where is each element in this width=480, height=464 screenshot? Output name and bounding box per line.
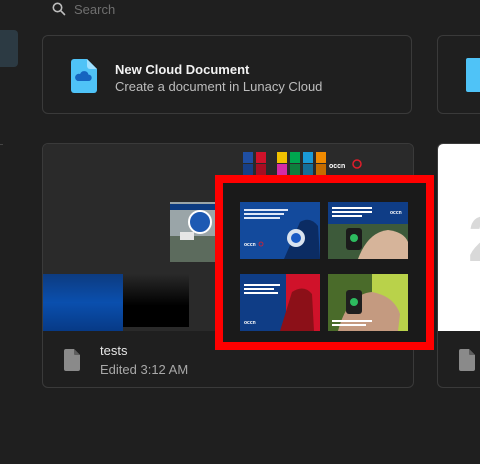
new-cloud-document-title: New Cloud Document: [115, 62, 250, 77]
file-icon: [459, 349, 475, 371]
new-document-card[interactable]: [437, 35, 480, 114]
new-cloud-document-card[interactable]: New Cloud Document Create a document in …: [42, 35, 412, 114]
file-thumbnail[interactable]: 2: [438, 144, 480, 331]
artboard-2[interactable]: occn: [328, 202, 408, 259]
thumbnail-photo: [170, 202, 216, 262]
artboard-3[interactable]: occn: [240, 274, 320, 331]
svg-text:occn: occn: [390, 210, 402, 216]
search-icon: [52, 2, 66, 16]
cloud-document-icon: [71, 59, 97, 93]
search-bar[interactable]: [44, 0, 344, 20]
thumbnail-blue-panel: [43, 274, 123, 331]
document-icon: [466, 58, 480, 92]
search-input[interactable]: [74, 1, 314, 17]
artboard-1[interactable]: occn: [240, 202, 320, 259]
home-screen: New Cloud Document Create a document in …: [0, 0, 480, 464]
sidebar-item-active[interactable]: [0, 30, 18, 67]
svg-text:occn: occn: [329, 163, 345, 170]
new-cloud-document-subtitle: Create a document in Lunacy Cloud: [115, 79, 323, 94]
thumbnail-dark-panel: [123, 274, 189, 327]
file-card[interactable]: 2: [437, 143, 480, 388]
file-edited-time: Edited 3:12 AM: [100, 362, 189, 377]
brand-logo: occn: [329, 159, 362, 170]
highlighted-artboards: occn occn occn: [215, 175, 434, 350]
svg-text:occn: occn: [244, 242, 256, 248]
sidebar-divider: [0, 144, 3, 145]
svg-text:occn: occn: [244, 320, 256, 326]
file-name: tests: [100, 343, 128, 358]
artboard-4[interactable]: [328, 274, 408, 331]
thumbnail-glyph: 2: [468, 202, 480, 276]
file-icon: [64, 349, 80, 371]
